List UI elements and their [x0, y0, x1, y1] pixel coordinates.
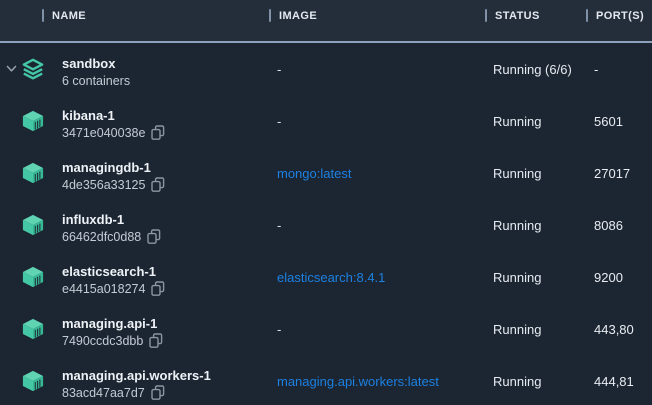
column-header-name: NAME [42, 9, 269, 32]
container-status: Running [485, 270, 586, 285]
copy-icon[interactable] [151, 281, 165, 296]
container-icon [22, 266, 46, 288]
container-id: 66462dfc0d88 [62, 229, 141, 245]
container-table-body: sandbox 6 containers - Running (6/6) - [0, 43, 652, 405]
container-status: Running [485, 166, 586, 181]
container-ports: 8086 [586, 218, 652, 233]
container-name: sandbox [62, 56, 269, 72]
container-ports: 443,80 [586, 322, 652, 337]
copy-icon[interactable] [151, 177, 165, 192]
row-gutter [0, 303, 62, 355]
chevron-down-icon[interactable] [4, 65, 18, 73]
copy-icon[interactable] [147, 229, 161, 244]
column-separator [42, 9, 44, 22]
container-row[interactable]: influxdb-1 66462dfc0d88 - Running 8086 [0, 199, 652, 251]
container-image: - [269, 62, 485, 77]
table-header: NAME IMAGE STATUS PORT(S) [0, 0, 652, 43]
container-ports: 444,81 [586, 374, 652, 389]
container-name: elasticsearch-1 [62, 264, 269, 280]
column-separator [485, 9, 487, 22]
column-header-ports: PORT(S) [586, 9, 652, 32]
container-id: 4de356a33125 [62, 177, 145, 193]
container-row[interactable]: managingdb-1 4de356a33125 mongo:latest R… [0, 147, 652, 199]
container-name-block: managing.api-1 7490ccdc3dbb [62, 316, 269, 349]
column-separator [269, 9, 271, 22]
container-id: e4415a018274 [62, 281, 145, 297]
container-icon [22, 110, 46, 132]
container-icon [22, 370, 46, 392]
container-image[interactable]: mongo:latest [269, 166, 485, 181]
column-header-image: IMAGE [269, 9, 485, 32]
container-image[interactable]: elasticsearch:8.4.1 [269, 270, 485, 285]
container-status: Running (6/6) [485, 62, 586, 77]
container-id: 3471e040038e [62, 125, 145, 141]
container-row[interactable]: kibana-1 3471e040038e - Running 5601 [0, 95, 652, 147]
container-row[interactable]: managing.api.workers-1 83acd47aa7d7 mana… [0, 355, 652, 405]
copy-icon[interactable] [151, 125, 165, 140]
column-separator [586, 9, 588, 22]
container-icon [22, 318, 46, 340]
column-header-label: IMAGE [279, 10, 317, 22]
container-name-block: influxdb-1 66462dfc0d88 [62, 212, 269, 245]
container-status: Running [485, 374, 586, 389]
container-image[interactable]: managing.api.workers:latest [269, 374, 485, 389]
container-icon [22, 162, 46, 184]
row-gutter [0, 251, 62, 303]
copy-icon[interactable] [149, 333, 163, 348]
compose-stack-icon [22, 58, 46, 80]
column-header-label: STATUS [495, 10, 540, 22]
container-name: kibana-1 [62, 108, 269, 124]
container-ports: 5601 [586, 114, 652, 129]
row-gutter [0, 199, 62, 251]
container-ports: 27017 [586, 166, 652, 181]
container-name: influxdb-1 [62, 212, 269, 228]
container-ports: 9200 [586, 270, 652, 285]
column-header-label: PORT(S) [596, 10, 644, 22]
container-row[interactable]: managing.api-1 7490ccdc3dbb - Running 44… [0, 303, 652, 355]
row-gutter [0, 95, 62, 147]
container-name-block: elasticsearch-1 e4415a018274 [62, 264, 269, 297]
container-name-block: kibana-1 3471e040038e [62, 108, 269, 141]
container-name-block: managingdb-1 4de356a33125 [62, 160, 269, 193]
container-image: - [269, 322, 485, 337]
container-id: 83acd47aa7d7 [62, 385, 145, 401]
container-ports: - [586, 62, 652, 77]
column-header-status: STATUS [485, 9, 586, 32]
container-image: - [269, 218, 485, 233]
container-name-block: managing.api.workers-1 83acd47aa7d7 [62, 368, 269, 401]
container-name-block: sandbox 6 containers [62, 56, 269, 89]
row-gutter [0, 147, 62, 199]
row-gutter [0, 355, 62, 405]
copy-icon[interactable] [151, 385, 165, 400]
container-id: 6 containers [62, 73, 130, 89]
row-gutter [0, 43, 62, 95]
container-icon [22, 214, 46, 236]
container-row[interactable]: elasticsearch-1 e4415a018274 elasticsear… [0, 251, 652, 303]
container-name: managingdb-1 [62, 160, 269, 176]
container-name: managing.api-1 [62, 316, 269, 332]
container-id: 7490ccdc3dbb [62, 333, 143, 349]
container-status: Running [485, 322, 586, 337]
container-name: managing.api.workers-1 [62, 368, 269, 384]
container-row[interactable]: sandbox 6 containers - Running (6/6) - [0, 43, 652, 95]
column-header-label: NAME [52, 10, 86, 22]
container-status: Running [485, 114, 586, 129]
containers-panel: NAME IMAGE STATUS PORT(S) [0, 0, 652, 405]
container-status: Running [485, 218, 586, 233]
container-image: - [269, 114, 485, 129]
